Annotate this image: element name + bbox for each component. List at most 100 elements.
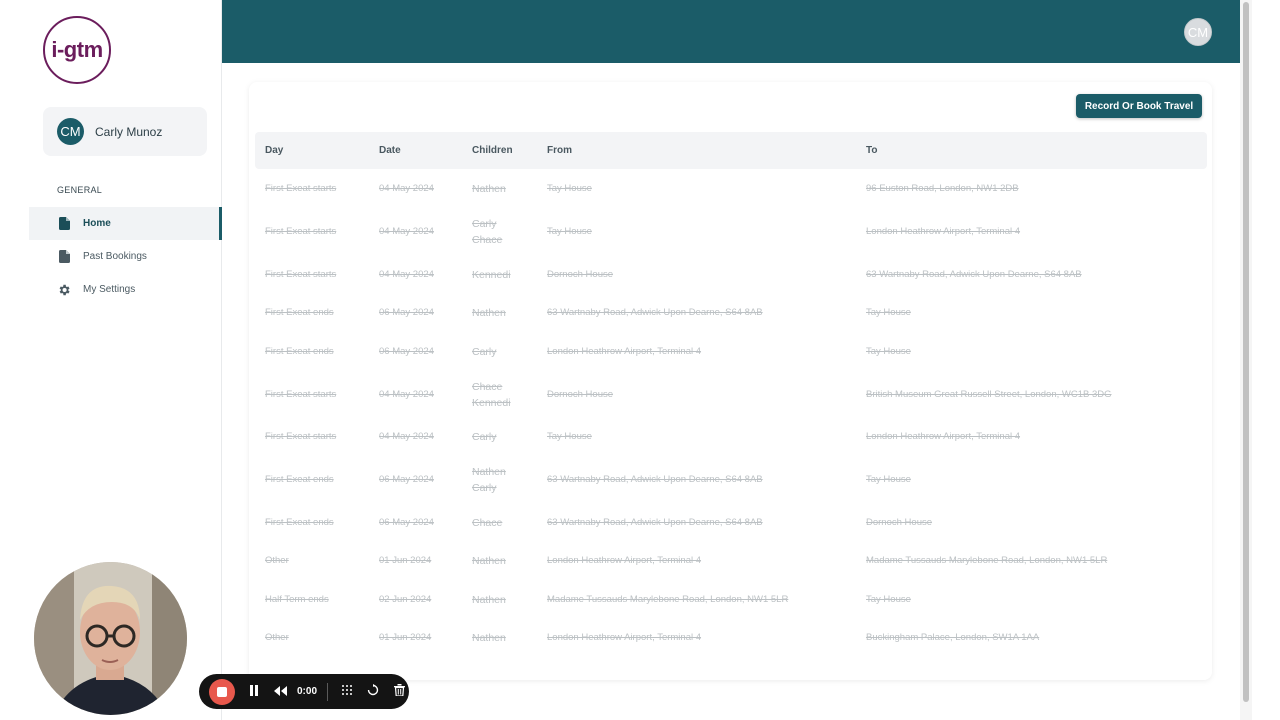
cell-from-text: Tay House <box>547 226 592 237</box>
table-row[interactable]: First Exeat starts 04 May 2024 Kennedi Dorn… <box>255 256 1207 295</box>
cell-date-text: 06 May 2024 <box>379 474 434 485</box>
presenter-video-image <box>34 562 187 715</box>
cell-date: 06 May 2024 <box>379 457 434 504</box>
column-header-from[interactable]: From <box>547 132 572 169</box>
cell-date: 06 May 2024 <box>379 333 434 372</box>
cell-to-text: Tay House <box>866 593 911 605</box>
cell-day: First Exeat starts <box>265 209 336 256</box>
cell-from: 63 Wartnaby Road, Adwick Upon Dearne, S6… <box>547 294 763 333</box>
table-row[interactable]: First Exeat ends 06 May 2024 Nathen 63 Wart… <box>255 294 1207 333</box>
cell-to-text: Tay House <box>866 345 911 357</box>
table-row[interactable]: First Exeat starts 04 May 2024 Nathen Tay H… <box>255 170 1207 209</box>
cell-day-text: First Exeat ends <box>265 307 334 319</box>
cell-day-text: First Exeat starts <box>265 226 337 237</box>
cell-date-text: 04 May 2024 <box>379 183 434 195</box>
stop-recording-button[interactable] <box>209 678 235 705</box>
cell-day-text: First Exeat ends <box>265 474 334 485</box>
cell-children: Nathen <box>472 619 506 658</box>
bookings-card: Record Or Book Travel Day Date Children … <box>249 82 1212 680</box>
record-or-book-travel-button[interactable]: Record Or Book Travel <box>1076 94 1202 118</box>
cell-from: London Heathrow Airport, Terminal 4 <box>547 619 701 658</box>
cell-day-text: First Exeat starts <box>265 183 337 195</box>
cell-from-text: Dornoch House <box>547 268 614 280</box>
cell-from-text: Tay House <box>547 431 592 443</box>
table-row[interactable]: First Exeat ends 06 May 2024 Nathen Carly 63… <box>255 457 1207 504</box>
cell-children: Kennedi <box>472 256 511 295</box>
webcam-overlay[interactable] <box>34 562 187 715</box>
cell-date: 06 May 2024 <box>379 294 434 333</box>
page-scrollbar[interactable] <box>1240 0 1252 720</box>
cell-to: British Museum Great Russell Street, Lon… <box>866 371 1112 418</box>
cell-day-text: First Exeat starts <box>265 388 337 400</box>
table-row[interactable]: First Exeat ends 06 May 2024 Carly London H… <box>255 333 1207 372</box>
cell-to-text: Tay House <box>866 307 911 319</box>
restart-icon[interactable] <box>366 684 380 699</box>
cell-to: Tay House <box>866 581 911 620</box>
child-name: Carly <box>472 218 497 230</box>
cell-children: Carly <box>472 418 497 457</box>
table-row[interactable]: First Exeat starts 04 May 2024 Carly Tay Ho… <box>255 418 1207 457</box>
child-name: Kennedi <box>472 396 511 409</box>
child-name: Nathen <box>472 307 506 320</box>
sidebar-item-past-bookings[interactable]: Past Bookings <box>29 240 222 273</box>
account-avatar[interactable]: CM <box>1184 18 1212 46</box>
trash-icon[interactable] <box>392 684 406 699</box>
rewind-icon[interactable] <box>273 685 287 699</box>
cell-to: London Heathrow Airport, Terminal 4 <box>866 418 1020 457</box>
cell-from: Dornoch House <box>547 256 613 295</box>
sidebar-item-my-settings[interactable]: My Settings <box>29 273 222 306</box>
cell-from-text: Madame Tussauds Marylebone Road, London,… <box>547 593 789 605</box>
cell-day-text: First Exeat starts <box>265 431 337 443</box>
cell-to-text: British Museum Great Russell Street, Lon… <box>866 388 1112 400</box>
cell-date: 02 Jun 2024 <box>379 581 431 620</box>
app-frame: i-gtm CM Carly Munoz GENERAL Home Past B… <box>0 0 1280 720</box>
cell-to-text: 63 Wartnaby Road, Adwick Upon Dearne, S6… <box>866 268 1082 280</box>
cell-to-text: 96 Euston Road, London, NW1 2DB <box>866 183 1019 195</box>
cell-date: 04 May 2024 <box>379 170 434 209</box>
cell-from-text: 63 Wartnaby Road, Adwick Upon Dearne, S6… <box>547 307 763 319</box>
table-row[interactable]: First Exeat starts 04 May 2024 Chace Kenned… <box>255 371 1207 418</box>
column-header-date[interactable]: Date <box>379 132 401 169</box>
cell-date-text: 06 May 2024 <box>379 345 434 357</box>
cell-from-text: London Heathrow Airport, Terminal 4 <box>547 632 702 644</box>
cell-to-text: Dornoch House <box>866 516 933 528</box>
cell-date-text: 04 May 2024 <box>379 268 434 280</box>
cell-day-text: First Exeat ends <box>265 345 334 357</box>
sidebar-item-home[interactable]: Home <box>29 207 222 240</box>
cell-from: Madame Tussauds Marylebone Road, London,… <box>547 581 788 620</box>
user-card[interactable]: CM Carly Munoz <box>43 107 207 156</box>
cell-date: 04 May 2024 <box>379 256 434 295</box>
cell-day: First Exeat starts <box>265 170 336 209</box>
document-icon <box>57 217 71 231</box>
cell-to: 63 Wartnaby Road, Adwick Upon Dearne, S6… <box>866 256 1082 295</box>
table-row[interactable]: Other 01 Jun 2024 Nathen London Heathrow Ai… <box>255 542 1207 581</box>
cell-day: First Exeat starts <box>265 418 336 457</box>
cell-date-text: 06 May 2024 <box>379 516 434 528</box>
cell-day-text: First Exeat ends <box>265 516 334 528</box>
cell-from-text: Tay House <box>547 183 592 195</box>
cell-children: Chace <box>472 504 502 543</box>
cell-from: Tay House <box>547 418 592 457</box>
column-header-day[interactable]: Day <box>265 132 283 169</box>
cell-day: First Exeat ends <box>265 294 334 333</box>
grid-dots-icon[interactable] <box>340 684 354 699</box>
table-row[interactable]: First Exeat ends 06 May 2024 Chace 63 Wartn… <box>255 504 1207 543</box>
table-row[interactable]: Half Term ends 02 Jun 2024 Nathen Madame Tu… <box>255 581 1207 620</box>
cell-children: Nathen <box>472 294 506 333</box>
pause-icon[interactable] <box>247 684 261 699</box>
logo-text: i-gtm <box>51 37 103 62</box>
column-header-children[interactable]: Children <box>472 132 513 169</box>
cell-from: 63 Wartnaby Road, Adwick Upon Dearne, S6… <box>547 457 763 504</box>
cell-from-text: London Heathrow Airport, Terminal 4 <box>547 555 702 567</box>
table-row[interactable]: Other 01 Jun 2024 Nathen London Heathrow Ai… <box>255 619 1207 658</box>
cell-to-text: London Heathrow Airport, Terminal 4 <box>866 226 1021 237</box>
table-row[interactable]: First Exeat starts 04 May 2024 Carly Chace T… <box>255 209 1207 256</box>
cell-day-text: Other <box>265 632 289 644</box>
child-name: Kennedi <box>472 268 511 281</box>
brand-logo[interactable]: i-gtm <box>43 16 111 84</box>
cell-day-text: Half Term ends <box>265 593 329 605</box>
cell-from: Dornoch House <box>547 371 613 418</box>
column-header-to[interactable]: To <box>866 132 877 169</box>
cell-from: London Heathrow Airport, Terminal 4 <box>547 542 701 581</box>
scrollbar-thumb[interactable] <box>1243 2 1249 702</box>
